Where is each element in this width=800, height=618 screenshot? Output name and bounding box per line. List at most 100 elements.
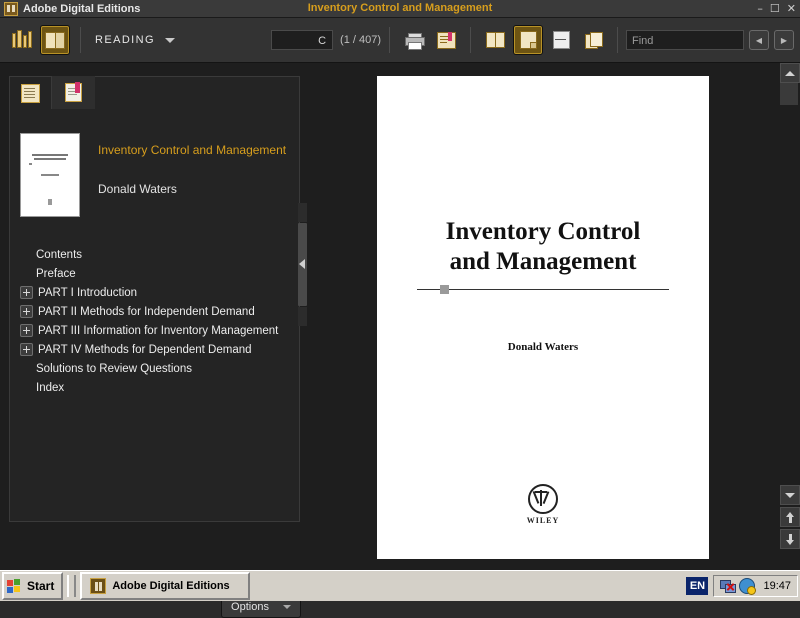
find-next-button[interactable]: ▶: [774, 30, 794, 50]
taskbar-item-adobe-digital-editions[interactable]: Adobe Digital Editions: [80, 572, 251, 600]
two-page-view-button[interactable]: [482, 27, 508, 53]
scroll-up-icon: [785, 70, 795, 76]
toc-item[interactable]: Solutions to Review Questions: [20, 359, 275, 378]
collapse-panel-icon[interactable]: [299, 259, 305, 269]
fit-width-button[interactable]: [548, 27, 574, 53]
application-window: Adobe Digital Editions Inventory Control…: [0, 0, 800, 618]
network-disconnected-icon[interactable]: [720, 579, 737, 593]
single-page-view-button[interactable]: [514, 26, 542, 54]
toc-item[interactable]: PART IV Methods for Dependent Demand: [20, 340, 275, 359]
page-down-arrow-icon: [785, 533, 795, 545]
reader-scrollbar: [778, 63, 800, 570]
page-count-label: (1 / 407): [340, 34, 381, 46]
chevron-down-icon[interactable]: [164, 37, 175, 43]
book-app-icon: [4, 1, 18, 16]
page-title-line-2: and Management: [449, 248, 637, 275]
close-button[interactable]: ✕: [787, 3, 796, 14]
publisher-logo-block: WILEY: [377, 484, 709, 525]
title-bar: Adobe Digital Editions Inventory Control…: [0, 0, 800, 18]
page-title: Inventory Control and Management: [377, 217, 709, 277]
taskbar-item-label: Adobe Digital Editions: [112, 580, 230, 592]
open-book-icon: [45, 31, 65, 49]
expand-plus-icon[interactable]: [20, 343, 33, 356]
library-button[interactable]: [9, 27, 35, 53]
toc-item-label: PART I Introduction: [38, 286, 138, 299]
bookshelf-icon: [12, 30, 32, 48]
next-page-button[interactable]: [780, 529, 800, 549]
toc-item-label: PART III Information for Inventory Manag…: [38, 324, 279, 337]
toc-item-label: Preface: [36, 267, 76, 280]
single-page-view-icon: [519, 31, 537, 49]
panel-scrollbar-track-top[interactable]: [298, 203, 307, 222]
publisher-name: WILEY: [526, 516, 560, 525]
fit-width-icon: [552, 31, 570, 49]
scroll-up-button[interactable]: [780, 63, 800, 83]
print-button[interactable]: [401, 27, 427, 53]
minimize-button[interactable]: –: [757, 3, 763, 14]
toc-item-label: PART IV Methods for Dependent Demand: [38, 343, 252, 356]
find-input[interactable]: Find: [626, 30, 744, 50]
tray-icons: 19:47: [713, 575, 798, 597]
toc-item-label: PART II Methods for Independent Demand: [38, 305, 255, 318]
clock[interactable]: 19:47: [763, 580, 791, 592]
toc-item-label: Contents: [36, 248, 83, 261]
toc-item[interactable]: PART II Methods for Independent Demand: [20, 302, 275, 321]
toolbar-separator-3: [470, 27, 471, 53]
reading-button[interactable]: [41, 26, 69, 54]
toolbar-separator-4: [617, 27, 618, 53]
reading-mode-label: READING: [95, 34, 155, 46]
options-label: Options: [231, 601, 269, 613]
security-shield-icon[interactable]: [739, 578, 757, 595]
toc-item[interactable]: Index: [20, 378, 275, 397]
panel-scrollbar-thumb[interactable]: [298, 223, 307, 306]
book-author: Donald Waters: [98, 182, 177, 196]
reading-area: Inventory Control and Management Donald …: [307, 63, 778, 570]
title-rule: [417, 289, 669, 290]
main-toolbar: READING C (1 / 407) Find ◀ ▶: [0, 18, 800, 63]
expand-plus-icon[interactable]: [20, 324, 33, 337]
bookmark-button[interactable]: [433, 27, 459, 53]
printer-icon: [405, 32, 425, 50]
toolbar-separator-2: [389, 27, 390, 53]
duplicate-page-button[interactable]: [580, 27, 606, 53]
toc-list-icon: [21, 83, 40, 103]
reader-scrollbar-thumb[interactable]: [780, 83, 798, 105]
page-number-input[interactable]: C: [271, 30, 334, 50]
windows-logo-icon: [7, 578, 22, 594]
tab-table-of-contents[interactable]: [9, 76, 52, 109]
tab-bookmarks[interactable]: [52, 76, 95, 109]
goto-page-button[interactable]: [780, 485, 800, 505]
previous-page-button[interactable]: [780, 507, 800, 527]
bookmark-book-icon: [436, 31, 456, 49]
language-indicator[interactable]: EN: [686, 577, 709, 595]
expand-plus-icon[interactable]: [20, 305, 33, 318]
expand-plus-icon[interactable]: [20, 286, 33, 299]
chevron-down-icon: [785, 492, 795, 498]
page-author: Donald Waters: [507, 341, 579, 353]
table-of-contents-list: Contents Preface PART I Introduction PAR…: [20, 245, 279, 397]
toc-item-label: Solutions to Review Questions: [36, 362, 192, 375]
find-previous-button[interactable]: ◀: [749, 30, 769, 50]
duplicate-page-icon: [585, 32, 603, 49]
start-button[interactable]: Start: [2, 572, 64, 600]
window-controls: – ☐ ✕: [757, 0, 796, 17]
book-cover-thumbnail[interactable]: [20, 133, 80, 217]
app-title: Adobe Digital Editions: [23, 2, 141, 15]
book-title[interactable]: Inventory Control and Management: [98, 143, 286, 157]
system-tray: EN 19:47: [686, 574, 798, 598]
book-page[interactable]: Inventory Control and Management Donald …: [377, 76, 709, 559]
toolbar-separator-1: [80, 27, 81, 53]
panel-scrollbar-track-bottom[interactable]: [298, 307, 307, 326]
taskbar: Start Adobe Digital Editions EN 19:47: [0, 570, 800, 601]
two-page-view-icon: [485, 32, 505, 48]
toc-item[interactable]: Preface: [20, 264, 275, 283]
title-rule-marker: [440, 285, 449, 294]
page-title-line-1: Inventory Control: [445, 218, 641, 245]
book-app-icon: [90, 578, 107, 594]
maximize-button[interactable]: ☐: [770, 3, 780, 14]
taskbar-grip[interactable]: [67, 575, 77, 597]
page-up-arrow-icon: [785, 511, 795, 523]
toc-item[interactable]: Contents: [20, 245, 275, 264]
toc-item[interactable]: PART I Introduction: [20, 283, 275, 302]
toc-item[interactable]: PART III Information for Inventory Manag…: [20, 321, 279, 340]
